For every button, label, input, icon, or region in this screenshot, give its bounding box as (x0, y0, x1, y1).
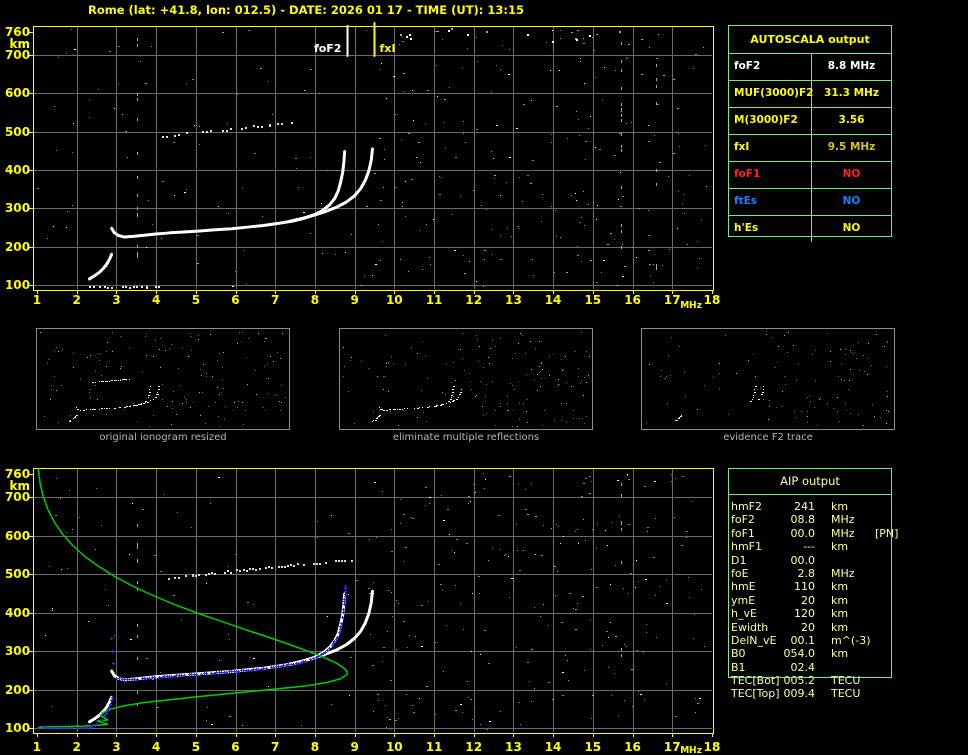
aip-header-divider (728, 494, 892, 495)
aip-row-label: B1 (731, 660, 746, 674)
aip-row-label: D1 (731, 553, 747, 567)
aip-row-label: h_vE (731, 607, 757, 621)
aip-row-label: hmF1 (731, 540, 763, 554)
aip-row-value: 08.8 (790, 513, 816, 527)
aip-row-unit: km (831, 500, 849, 513)
aip-row-value: 00.0 (790, 526, 816, 540)
autoscala-row: M(3000)F2 3.56 (729, 107, 891, 134)
aip-row-value: 20 (801, 593, 815, 607)
aip-row: B0 054.0 km (731, 647, 966, 660)
autoscala-row-label: foF1 (729, 162, 812, 188)
aip-row-value: --- (803, 540, 815, 554)
thumbnail-caption-1: original ionogram resized (99, 432, 227, 443)
aip-row-value: 110 (794, 580, 815, 594)
autoscala-window: Rome (lat: +41.8, lon: 012.5) - DATE: 20… (0, 0, 968, 755)
autoscala-row: MUF(3000)F2 31.3 MHz (729, 80, 891, 107)
aip-row: foE 2.8 MHz (731, 567, 966, 580)
aip-row: TEC[Top] 009.4 TECU (731, 687, 966, 700)
aip-row-label: TEC[Top] (731, 687, 780, 701)
autoscala-row-label: fxI (729, 135, 812, 161)
aip-row-unit: km (831, 580, 849, 594)
aip-row-unit (831, 554, 871, 567)
aip-row-unit: TECU (831, 687, 861, 701)
aip-row: B1 02.4 (731, 661, 966, 674)
aip-row-value: 009.4 (783, 687, 816, 701)
autoscala-row-value: 31.3 MHz (824, 87, 879, 99)
aip-row-unit: km (831, 607, 849, 621)
top-ionogram-canvas (0, 18, 724, 314)
aip-row-unit: km (831, 620, 849, 634)
autoscala-row: h'Es NO (729, 215, 891, 242)
aip-row: Ewidth 20 km (731, 621, 966, 634)
autoscala-row-label: ftEs (729, 189, 812, 215)
aip-row-label: hmF2 (731, 500, 763, 513)
aip-row-value: 054.0 (783, 647, 816, 661)
aip-row: hmF2 241 km (731, 500, 966, 513)
aip-row-unit: km (831, 540, 849, 554)
autoscala-row-value: 9.5 MHz (827, 141, 876, 153)
autoscala-row-value: NO (842, 195, 861, 207)
aip-row-unit: km (831, 593, 849, 607)
autoscala-row: foF2 8.8 MHz (729, 54, 891, 80)
aip-row-value: 20 (801, 620, 815, 634)
autoscala-row: fxI 9.5 MHz (729, 134, 891, 161)
aip-row: foF2 08.8 MHz (731, 513, 966, 526)
aip-row: DelN_vE 00.1 m^(-3) (731, 634, 966, 647)
autoscala-table-header: AUTOSCALA output (729, 26, 891, 54)
aip-row: TEC[Bot] 005.2 TECU (731, 674, 966, 687)
aip-row: hmE 110 km (731, 580, 966, 593)
aip-row-unit: TECU (831, 674, 861, 688)
aip-row-value: 02.4 (790, 660, 816, 674)
thumbnail-multiple-reflections-canvas (339, 328, 593, 430)
aip-row-value: 00.1 (790, 633, 816, 647)
autoscala-table-rows: foF2 8.8 MHz MUF(3000)F2 31.3 MHz M(3000)F2 3… (729, 54, 891, 242)
autoscala-row-label: MUF(3000)F2 (729, 81, 813, 107)
aip-row-value: 241 (794, 500, 815, 513)
autoscala-row-value: 3.56 (838, 114, 865, 126)
aip-row-unit: MHz (831, 513, 855, 527)
aip-row-label: DelN_vE (731, 633, 777, 647)
autoscala-row: foF1 NO (729, 161, 891, 188)
aip-row-label: B0 (731, 647, 746, 661)
autoscala-row: ftEs NO (729, 188, 891, 215)
aip-row-label: hmE (731, 580, 756, 594)
aip-row-note: [PN] (875, 526, 899, 540)
aip-table-header: AIP output (780, 474, 840, 488)
aip-row-value: 00.0 (790, 553, 816, 567)
aip-row-value: 120 (794, 607, 815, 621)
autoscala-row-value: 8.8 MHz (827, 60, 876, 72)
aip-row-label: Ewidth (731, 620, 769, 634)
aip-row-label: foF1 (731, 526, 755, 540)
window-title: Rome (lat: +41.8, lon: 012.5) - DATE: 20… (88, 3, 525, 17)
aip-row: D1 00.0 (731, 554, 966, 567)
aip-row-label: foF2 (731, 513, 755, 527)
aip-row-unit: m^(-3) (831, 633, 871, 647)
aip-row: hmF1 --- km (731, 540, 966, 553)
aip-row: h_vE 120 km (731, 607, 966, 620)
aip-row-value: 2.8 (797, 566, 816, 580)
aip-row-label: ymE (731, 593, 756, 607)
aip-row-value: 005.2 (783, 674, 816, 688)
thumbnail-f2-trace-canvas (641, 328, 895, 430)
aip-output-rows: hmF2 241 km foF2 08.8 MHz foF1 00.0 MHz [PN] hmF1 -… (731, 500, 966, 701)
thumbnail-caption-3: evidence F2 trace (723, 432, 813, 443)
thumbnail-caption-2: eliminate multiple reflections (392, 432, 540, 443)
aip-row-label: TEC[Bot] (731, 674, 780, 688)
autoscala-output-table: AUTOSCALA output foF2 8.8 MHz MUF(3000)F2 3… (728, 25, 892, 242)
autoscala-row-label: h'Es (729, 216, 812, 242)
thumbnail-original-ionogram-canvas (36, 328, 290, 430)
autoscala-row-value: NO (842, 222, 861, 234)
aip-row-unit (831, 661, 871, 674)
aip-row: foF1 00.0 MHz [PN] (731, 527, 966, 540)
aip-row-label: foE (731, 566, 749, 580)
aip-row-unit: MHz (831, 526, 855, 540)
autoscala-row-label: M(3000)F2 (729, 108, 812, 134)
aip-row-unit: km (831, 647, 849, 661)
autoscala-row-label: foF2 (729, 54, 812, 80)
autoscala-row-value: NO (842, 168, 861, 180)
aip-row: ymE 20 km (731, 594, 966, 607)
bottom-ionogram-canvas (0, 460, 724, 755)
aip-row-unit: MHz (831, 566, 855, 580)
